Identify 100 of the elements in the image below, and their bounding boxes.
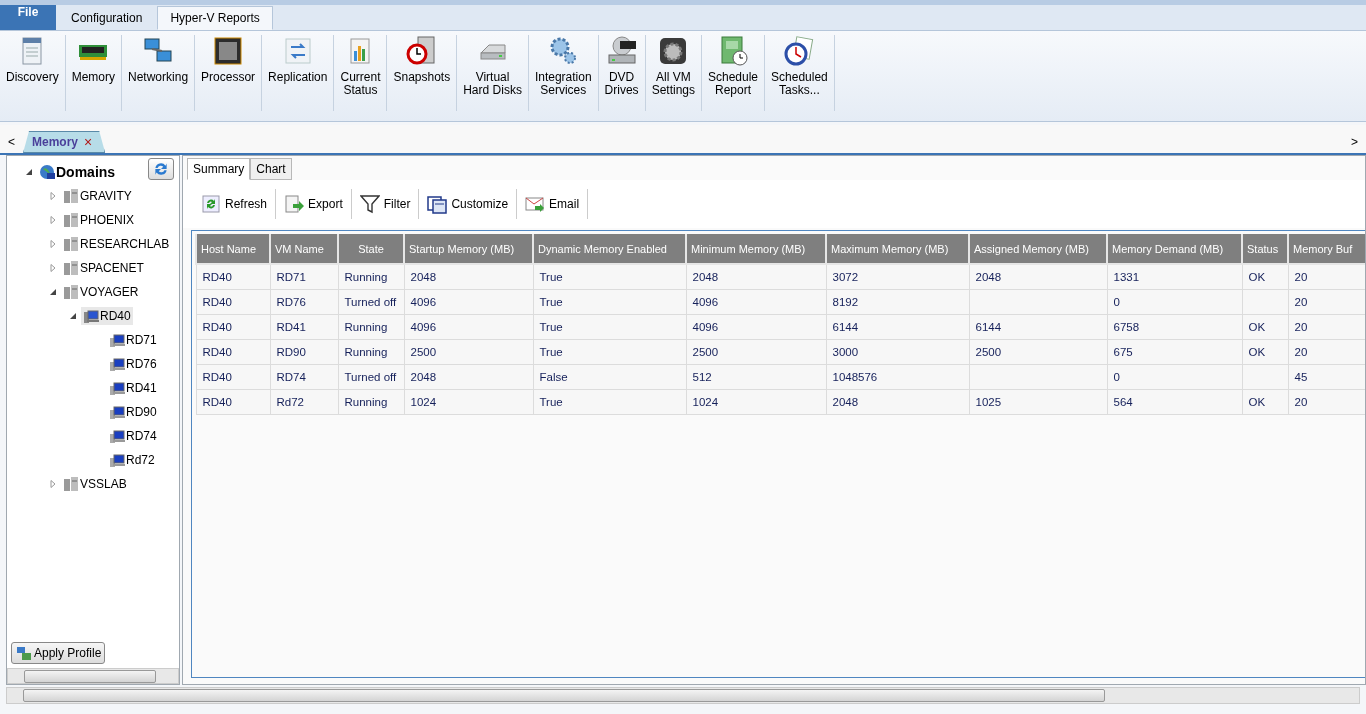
column-header[interactable]: VM Name — [270, 234, 338, 264]
column-header[interactable]: Memory Demand (MB) — [1107, 234, 1242, 264]
tree-item[interactable]: Domains — [37, 163, 118, 181]
scroll-left-button[interactable]: < — [0, 131, 23, 153]
table-cell: True — [533, 264, 686, 289]
view-tab[interactable]: Summary — [187, 158, 251, 180]
dvd-drive-icon — [605, 35, 638, 67]
expand-arrow-icon[interactable] — [49, 480, 57, 488]
table-cell: RD40 — [196, 389, 270, 414]
tree-item[interactable]: RESEARCHLAB — [61, 235, 172, 253]
table-cell: 1025 — [969, 389, 1107, 414]
computer-icon — [109, 356, 125, 372]
column-header[interactable]: State — [338, 234, 404, 264]
column-header[interactable]: Minimum Memory (MB) — [686, 234, 826, 264]
toolbar-button[interactable]: Refresh — [193, 189, 277, 219]
customize-columns-icon — [427, 194, 448, 214]
ribbon-button[interactable]: Scheduled Tasks... — [765, 35, 835, 111]
ribbon-button[interactable]: Snapshots — [387, 35, 458, 111]
tree-item[interactable]: RD71 — [107, 331, 159, 349]
ribbon-button[interactable]: Virtual Hard Disks — [457, 35, 529, 111]
column-header[interactable]: Startup Memory (MB) — [404, 234, 533, 264]
ribbon-button[interactable]: Networking — [122, 35, 196, 111]
table-cell: 2500 — [969, 339, 1107, 364]
collapse-arrow-icon[interactable] — [25, 168, 33, 176]
clock-document-icon — [783, 35, 816, 67]
menu-tab[interactable]: Hyper-V Reports — [157, 6, 273, 30]
column-header[interactable]: Host Name — [196, 234, 270, 264]
toolbar-button[interactable]: Export — [276, 189, 352, 219]
expand-arrow-icon[interactable] — [49, 264, 57, 272]
computer-icon — [109, 332, 125, 348]
globe-icon — [39, 164, 55, 180]
table-cell: RD40 — [196, 289, 270, 314]
expand-arrow-icon[interactable] — [49, 240, 57, 248]
table-cell: 2500 — [686, 339, 826, 364]
expand-arrow-icon[interactable] — [49, 192, 57, 200]
scroll-right-button[interactable]: > — [1343, 131, 1366, 153]
tree-item[interactable]: VOYAGER — [61, 283, 141, 301]
tab-label[interactable]: Memory — [32, 135, 79, 149]
email-icon — [525, 194, 546, 214]
tree-item[interactable]: RD76 — [107, 355, 159, 373]
table-cell: 2500 — [404, 339, 533, 364]
table-cell: 6758 — [1107, 314, 1242, 339]
table-cell: 6144 — [969, 314, 1107, 339]
ribbon-button[interactable]: Processor — [195, 35, 263, 111]
tree-item[interactable]: RD41 — [107, 379, 159, 397]
column-header[interactable]: Status — [1242, 234, 1288, 264]
collapse-arrow-icon[interactable] — [49, 288, 57, 296]
tree-item[interactable]: VSSLAB — [61, 475, 129, 493]
toolbar-button[interactable]: Filter — [351, 189, 420, 219]
table-cell: 4096 — [686, 314, 826, 339]
tree-item[interactable]: RD40 — [81, 307, 133, 325]
servers-icon — [63, 260, 79, 276]
tree-item[interactable]: SPACENET — [61, 259, 146, 277]
menu-tab[interactable]: File — [0, 5, 56, 30]
column-header[interactable]: Assigned Memory (MB) — [969, 234, 1107, 264]
ribbon-button[interactable]: All VM Settings — [645, 35, 702, 111]
table-cell: 4096 — [404, 314, 533, 339]
document-tab[interactable]: Memory × — [23, 131, 106, 153]
ribbon-button[interactable]: Integration Services — [528, 35, 599, 111]
ribbon-button[interactable]: DVD Drives — [598, 35, 646, 111]
menu-tab[interactable]: Configuration — [58, 6, 156, 30]
table-cell: 3072 — [826, 264, 969, 289]
table-cell: 564 — [1107, 389, 1242, 414]
horizontal-scrollbar[interactable] — [6, 687, 1360, 704]
table-cell: True — [533, 314, 686, 339]
computer-icon — [109, 428, 125, 444]
toolbar-button[interactable]: Email — [517, 189, 589, 219]
view-tab[interactable]: Chart — [250, 158, 292, 180]
table-cell: 2048 — [969, 264, 1107, 289]
ribbon-button[interactable]: Discovery — [0, 35, 66, 111]
table-cell: False — [533, 364, 686, 389]
ribbon-button[interactable]: Current Status — [334, 35, 388, 111]
ribbon-button[interactable]: Schedule Report — [702, 35, 766, 111]
horizontal-scrollbar[interactable] — [7, 668, 179, 684]
table-cell: 3000 — [826, 339, 969, 364]
tree-item[interactable]: Rd72 — [107, 451, 157, 469]
expand-arrow-icon[interactable] — [49, 216, 57, 224]
ribbon-button[interactable]: Memory — [65, 35, 123, 111]
table-cell: 2048 — [686, 264, 826, 289]
collapse-arrow-icon[interactable] — [69, 312, 77, 320]
column-header[interactable]: Dynamic Memory Enabled — [533, 234, 686, 264]
table-cell: 512 — [686, 364, 826, 389]
table-cell: RD40 — [196, 339, 270, 364]
tree-item[interactable]: RD90 — [107, 403, 159, 421]
computer-icon — [109, 380, 125, 396]
refresh-button[interactable] — [148, 158, 174, 180]
toolbar-button[interactable]: Customize — [419, 189, 518, 219]
refresh-icon — [201, 194, 221, 214]
table-cell: 675 — [1107, 339, 1242, 364]
servers-icon — [63, 236, 79, 252]
column-header[interactable]: Memory Buf — [1288, 234, 1365, 264]
close-button[interactable]: × — [84, 134, 93, 150]
column-header[interactable]: Maximum Memory (MB) — [826, 234, 969, 264]
tree-item[interactable]: GRAVITY — [61, 187, 134, 205]
tree-item[interactable]: PHOENIX — [61, 211, 136, 229]
apply-profile-button[interactable]: Apply Profile — [11, 642, 106, 664]
table-cell: RD40 — [196, 314, 270, 339]
tree-item[interactable]: RD74 — [107, 427, 159, 445]
refresh-icon — [152, 160, 170, 178]
ribbon-button[interactable]: Replication — [262, 35, 335, 111]
